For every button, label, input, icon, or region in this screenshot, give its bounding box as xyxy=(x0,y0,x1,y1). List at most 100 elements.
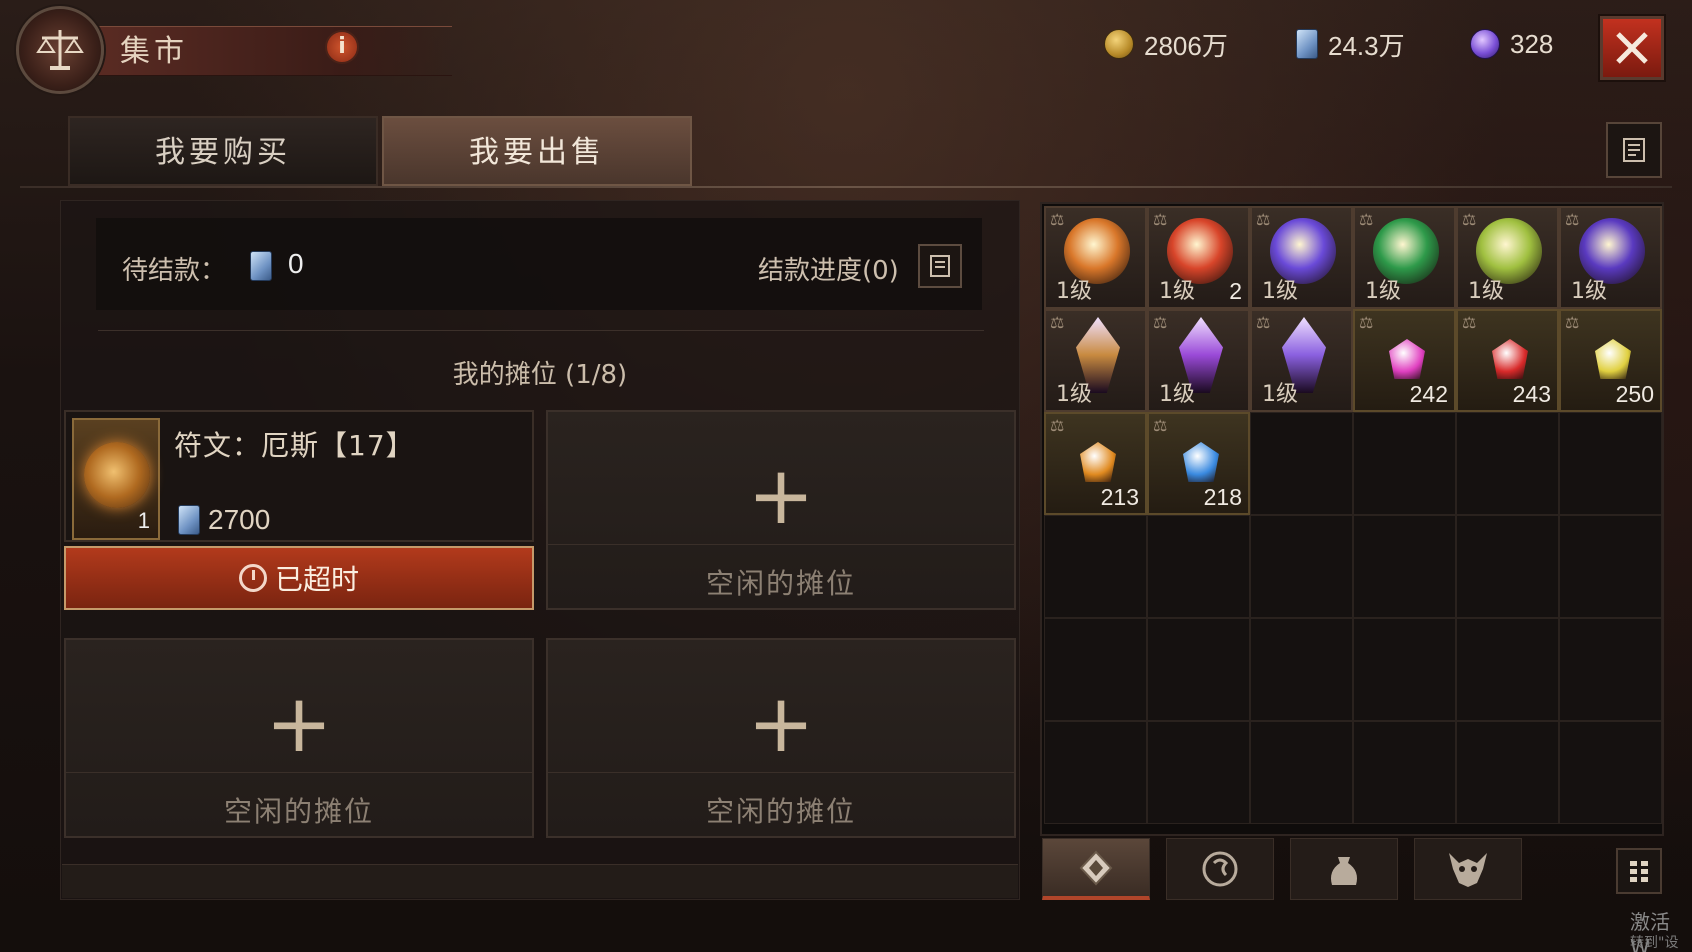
inventory-gem-item[interactable]: ⚖ 242 xyxy=(1353,309,1456,412)
item-quantity: 2 xyxy=(1229,278,1242,304)
item-level: 1级 xyxy=(1159,279,1195,304)
watermark-line2: 转到"设置 xyxy=(1630,935,1679,951)
inventory-empty-cell[interactable] xyxy=(1559,721,1662,824)
inventory-gem-item[interactable]: ⚖ 250 xyxy=(1559,309,1662,412)
inventory-rune-item[interactable]: ⚖ 1级 xyxy=(1353,206,1456,309)
inventory-empty-cell[interactable] xyxy=(1044,721,1147,824)
tradeable-scale-icon: ⚖ xyxy=(1359,313,1374,332)
inventory-empty-cell[interactable] xyxy=(1353,618,1456,721)
inventory-empty-cell[interactable] xyxy=(1353,721,1456,824)
listed-price-value: 2700 xyxy=(208,504,271,535)
scroll-icon xyxy=(930,255,950,277)
inventory-empty-cell[interactable] xyxy=(1353,515,1456,618)
inventory-empty-cell[interactable] xyxy=(1456,515,1559,618)
currency-gold: 2806万 xyxy=(1104,26,1228,62)
scroll-log-icon xyxy=(1623,138,1645,162)
item-level: 1级 xyxy=(1056,279,1092,304)
orb-value: 328 xyxy=(1510,28,1554,59)
listed-item-card[interactable]: 1 符文：厄斯【17】 2700 xyxy=(64,410,534,542)
pending-payment-value: 0 xyxy=(288,248,304,279)
expired-label: 已超时 xyxy=(274,563,359,596)
slot-divider xyxy=(66,772,532,773)
clock-icon xyxy=(238,564,267,592)
inventory-rune-item[interactable]: ⚖ 1级 2 xyxy=(1147,206,1250,309)
inventory-empty-cell[interactable] xyxy=(1250,721,1353,824)
tab-sell[interactable]: 我要出售 xyxy=(382,116,692,186)
inventory-empty-cell[interactable] xyxy=(1250,618,1353,721)
sort-grid-button[interactable] xyxy=(1616,848,1662,894)
rune-icon xyxy=(84,442,150,508)
inventory-empty-cell[interactable] xyxy=(1559,618,1662,721)
inventory-rune-item[interactable]: ⚖ 1级 xyxy=(1250,206,1353,309)
slot-divider xyxy=(548,544,1014,545)
trade-log-button[interactable] xyxy=(1606,122,1662,178)
inventory-empty-cell[interactable] xyxy=(1456,618,1559,721)
category-tab-runes[interactable] xyxy=(1042,838,1150,900)
stall-slot-listed[interactable]: 1 符文：厄斯【17】 2700 已超时 xyxy=(64,410,534,610)
more-slots-strip xyxy=(62,864,1018,898)
inventory-gem-item[interactable]: ⚖ 243 xyxy=(1456,309,1559,412)
tradeable-scale-icon: ⚖ xyxy=(1462,313,1477,332)
item-level: 1级 xyxy=(1468,279,1504,304)
rune-category-icon xyxy=(1079,850,1113,885)
inventory-empty-cell[interactable] xyxy=(1250,412,1353,515)
item-level: 1级 xyxy=(1159,382,1195,407)
stall-slot-empty[interactable]: + 空闲的摊位 xyxy=(546,410,1016,610)
listed-item-name: 符文：厄斯【17】 xyxy=(174,429,415,462)
item-quantity: 242 xyxy=(1409,381,1448,407)
inventory-rune-item[interactable]: ⚖ 1级 xyxy=(1250,309,1353,412)
inventory-rune-item[interactable]: ⚖ 1级 xyxy=(1456,206,1559,309)
empty-slot-label: 空闲的摊位 xyxy=(223,795,374,828)
category-tab-demons[interactable] xyxy=(1414,838,1522,900)
inventory-empty-cell[interactable] xyxy=(1147,515,1250,618)
gem-icon xyxy=(1389,339,1425,379)
item-level: 1级 xyxy=(1262,279,1298,304)
tradeable-scale-icon: ⚖ xyxy=(1050,416,1065,435)
inventory-empty-cell[interactable] xyxy=(1147,721,1250,824)
listed-item-quantity: 1 xyxy=(137,508,150,533)
inventory-empty-cell[interactable] xyxy=(1044,618,1147,721)
item-level: 1级 xyxy=(1365,279,1401,304)
inventory-gem-item[interactable]: ⚖ 213 xyxy=(1044,412,1147,515)
stall-title: 我的摊位 (1/8) xyxy=(452,360,628,390)
inventory-empty-cell[interactable] xyxy=(1456,721,1559,824)
item-quantity: 213 xyxy=(1100,484,1139,510)
inventory-empty-cell[interactable] xyxy=(1250,515,1353,618)
tab-divider xyxy=(20,186,1672,188)
inventory-rune-item[interactable]: ⚖ 1级 xyxy=(1147,309,1250,412)
inventory-empty-cell[interactable] xyxy=(1559,412,1662,515)
inventory-empty-cell[interactable] xyxy=(1559,515,1662,618)
inventory-empty-cell[interactable] xyxy=(1044,515,1147,618)
payment-progress-button[interactable] xyxy=(918,244,962,288)
inventory-rune-item[interactable]: ⚖ 1级 xyxy=(1044,309,1147,412)
category-tab-bags[interactable] xyxy=(1290,838,1398,900)
inventory-empty-cell[interactable] xyxy=(1353,412,1456,515)
inventory-empty-cell[interactable] xyxy=(1456,412,1559,515)
stall-slot-empty[interactable]: + 空闲的摊位 xyxy=(546,638,1016,838)
inventory-rune-item[interactable]: ⚖ 1级 xyxy=(1044,206,1147,309)
item-quantity: 250 xyxy=(1615,381,1654,407)
close-button[interactable] xyxy=(1600,16,1664,80)
currency-platinum: 24.3万 xyxy=(1296,26,1405,62)
inventory-gem-item[interactable]: ⚖ 218 xyxy=(1147,412,1250,515)
inventory-rune-item[interactable]: ⚖ 1级 xyxy=(1559,206,1662,309)
gem-category-icon xyxy=(1202,851,1238,887)
listed-item-thumb[interactable]: 1 xyxy=(72,418,160,540)
gem-icon xyxy=(1595,339,1631,379)
gold-value: 2806万 xyxy=(1144,30,1228,61)
tab-buy[interactable]: 我要购买 xyxy=(68,116,378,186)
stall-slot-empty[interactable]: + 空闲的摊位 xyxy=(64,638,534,838)
item-quantity: 218 xyxy=(1203,484,1242,510)
platinum-value: 24.3万 xyxy=(1328,30,1405,61)
title-plate xyxy=(16,6,466,94)
category-tab-gems[interactable] xyxy=(1166,838,1274,900)
platinum-card-icon xyxy=(178,505,200,535)
item-quantity: 243 xyxy=(1512,381,1551,407)
empty-slot-label: 空闲的摊位 xyxy=(705,795,856,828)
scales-emblem-icon xyxy=(16,6,104,94)
inventory-empty-cell[interactable] xyxy=(1147,618,1250,721)
expired-button[interactable]: 已超时 xyxy=(64,546,534,610)
bag-category-icon xyxy=(1331,857,1357,885)
tradeable-scale-icon: ⚖ xyxy=(1359,210,1374,229)
info-button[interactable]: i xyxy=(325,30,359,64)
